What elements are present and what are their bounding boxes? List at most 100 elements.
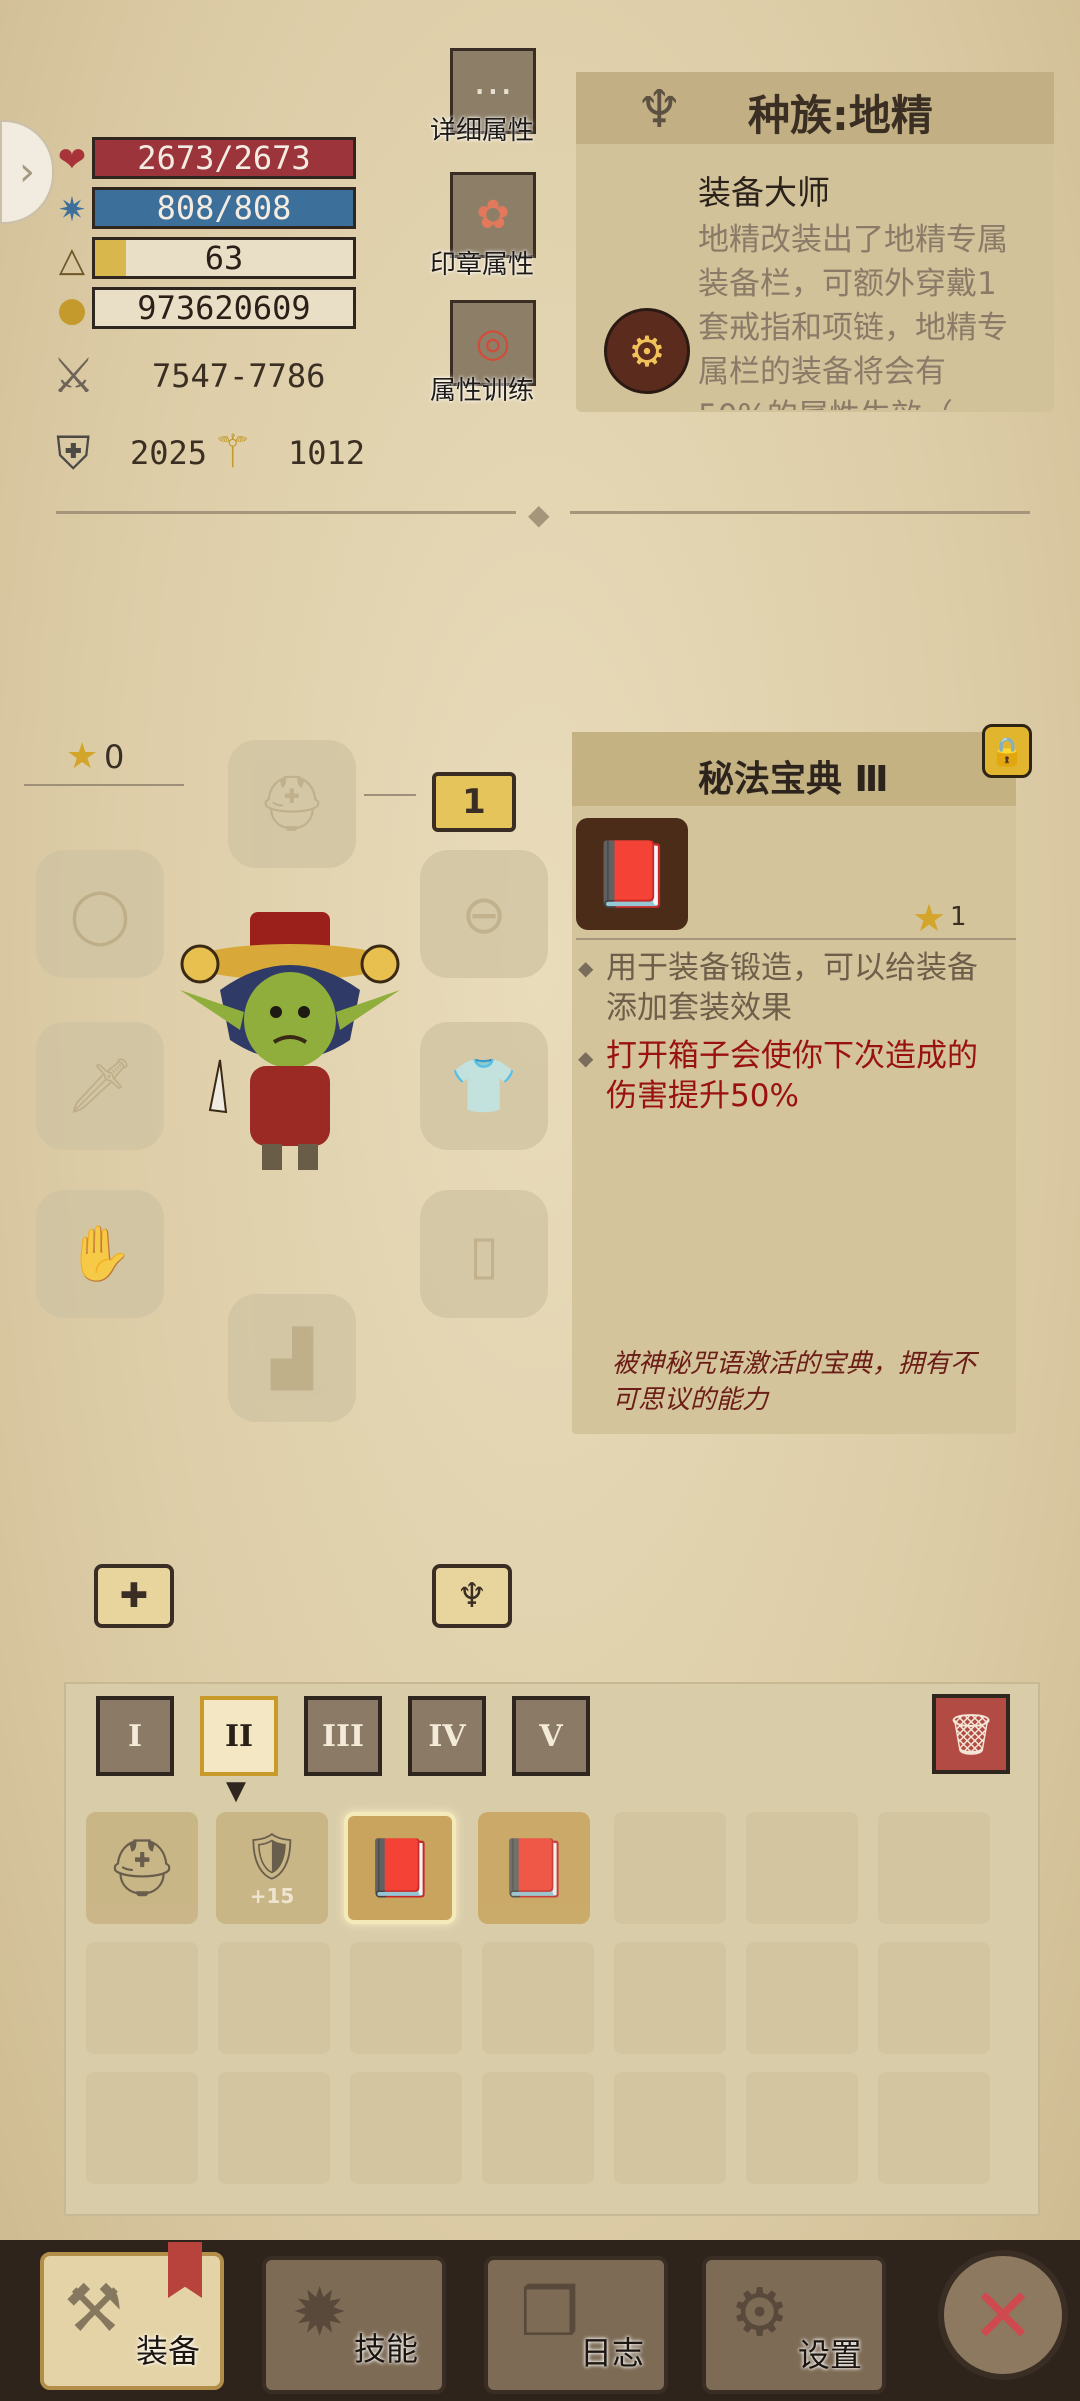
trash-icon: 🗑 [945, 1711, 997, 1758]
divider-right [570, 511, 1030, 514]
item-star-icon: ★ [912, 896, 947, 940]
sword-icon: 🗡 [65, 1054, 135, 1117]
star-count: 0 [104, 738, 125, 776]
tab-label: IV [428, 1718, 466, 1754]
race-skill-desc: 地精改装出了地精专属装备栏，可额外穿戴1套戒指和项链，地精专属栏的装备将会有50… [698, 222, 1008, 410]
tab-label: III [321, 1718, 365, 1754]
helmet-icon: ⛑ [257, 772, 327, 835]
arcane-book-icon: 📕 [365, 1836, 435, 1901]
inventory-empty-slot[interactable] [614, 2072, 726, 2184]
gloves-slot[interactable]: ✋ [36, 1190, 164, 1318]
magic-staff-icon: ⚚ [212, 424, 254, 478]
necklace-icon: ⊖ [461, 882, 507, 946]
trash-button[interactable]: 🗑 [932, 1694, 1010, 1774]
inventory-tab-3[interactable]: III [304, 1696, 382, 1776]
bullet-diamond-icon: ◆ [578, 956, 594, 980]
mp-bar: 808/808 [92, 187, 356, 229]
inventory-empty-slot[interactable] [878, 1812, 990, 1924]
mp-value: 808/808 [156, 189, 292, 227]
boots-slot[interactable]: ▟ [228, 1294, 356, 1422]
inventory-empty-slot[interactable] [878, 2072, 990, 2184]
inventory-empty-slot[interactable] [350, 2072, 462, 2184]
inventory-empty-slot[interactable] [746, 1942, 858, 2054]
link-line [24, 784, 184, 786]
detail-attributes-label: 详细属性 [430, 116, 535, 146]
hp-bar: 2673/2673 [92, 137, 356, 179]
inventory-empty-slot[interactable] [614, 1942, 726, 2054]
forge-plus-button[interactable]: ✚ [94, 1564, 174, 1628]
goblin-character [180, 900, 400, 1180]
inventory-item-book[interactable]: 📕 [478, 1812, 590, 1924]
glove-icon: ✋ [66, 1222, 134, 1285]
pants-slot[interactable]: ▯ [420, 1190, 548, 1318]
ring-icon: ◯ [69, 882, 131, 946]
crossed-swords-icon: ⚔ [52, 348, 96, 404]
star-icon: ★ [66, 736, 99, 777]
gold-value: 973620609 [137, 289, 311, 327]
inventory-item-armor[interactable]: 🛡 +15 [216, 1812, 328, 1924]
inventory-tab-1[interactable]: I [96, 1696, 174, 1776]
boots-icon: ▟ [271, 1326, 313, 1390]
target-icon: ◎ [475, 320, 511, 366]
inventory-empty-slot[interactable] [482, 2072, 594, 2184]
gold-bar: 973620609 [92, 287, 356, 329]
inventory-empty-slot[interactable] [218, 1942, 330, 2054]
item-desc-bonus: 打开箱子会使你下次造成的伤害提升50% [606, 1038, 978, 1114]
armor-icon: 🛡 [242, 1828, 302, 1883]
race-skill-name: 装备大师 [698, 173, 830, 212]
inventory-empty-slot[interactable] [86, 2072, 198, 2184]
mana-icon: ✷ [57, 190, 87, 230]
inventory-empty-slot[interactable] [878, 1942, 990, 2054]
item-stars: 1 [950, 902, 967, 932]
defense-value: 2025 [130, 434, 208, 472]
necklace-slot[interactable]: ⊖ [420, 850, 548, 978]
shirt-icon: 👕 [450, 1054, 518, 1117]
seal-attributes-label: 印章属性 [430, 250, 535, 280]
ring-slot[interactable]: ◯ [36, 850, 164, 978]
arcane-book-icon: 📕 [576, 818, 688, 930]
item-divider [576, 938, 1016, 940]
hp-value: 2673/2673 [137, 139, 311, 177]
nav-log-label: 日志 [580, 2334, 645, 2372]
close-button[interactable]: ✕ [938, 2250, 1068, 2380]
inventory-tab-4[interactable]: IV [408, 1696, 486, 1776]
inventory-empty-slot[interactable] [614, 1812, 726, 1924]
axe-icon: ⚒ [64, 2270, 124, 2347]
inventory-empty-slot[interactable] [482, 1942, 594, 2054]
set-badge[interactable]: 1 [432, 772, 516, 832]
item-flavor-text: 被神秘咒语激活的宝典，拥有不可思议的能力 [612, 1349, 977, 1415]
inventory-empty-slot[interactable] [86, 1942, 198, 2054]
item-desc-effect: 用于装备锻造，可以给装备添加套装效果 [606, 950, 978, 1026]
inventory-empty-slot[interactable] [746, 2072, 858, 2184]
goblin-emblem-icon: ♆ [636, 80, 683, 140]
goblin-set-button[interactable]: ♆ [432, 1564, 512, 1628]
race-title: 种族:地精 [748, 91, 933, 140]
inventory-tab-2[interactable]: II [200, 1696, 278, 1776]
gold-icon: ● [57, 290, 87, 330]
set-badge-number: 1 [462, 782, 486, 822]
nav-skill-label: 技能 [354, 2330, 419, 2368]
inventory-empty-slot[interactable] [218, 2072, 330, 2184]
attack-value: 7547-7786 [152, 357, 326, 395]
ellipsis-icon: ⋯ [473, 68, 513, 114]
shield-icon: ⛨ [56, 426, 91, 480]
link-line [364, 794, 416, 796]
book-icon: ❒ [520, 2274, 580, 2351]
gear-icon: ⚙ [730, 2274, 790, 2351]
armor-slot[interactable]: 👕 [420, 1022, 548, 1150]
chevron-right-icon: › [19, 149, 35, 195]
inventory-empty-slot[interactable] [350, 1942, 462, 2054]
bullet-diamond-icon: ◆ [578, 1046, 594, 1070]
arcane-book-icon: 📕 [499, 1836, 569, 1901]
divider-ornament: ◆ [528, 498, 550, 531]
inventory-item-book-selected[interactable]: 📕 [344, 1812, 456, 1924]
inventory-tab-5[interactable]: V [512, 1696, 590, 1776]
lock-icon[interactable]: 🔒 [982, 724, 1032, 778]
active-tab-marker-icon: ▼ [226, 1776, 246, 1806]
weapon-slot[interactable]: 🗡 [36, 1022, 164, 1150]
helmet-slot[interactable]: ⛑ [228, 740, 356, 868]
level-icon: △ [58, 240, 86, 280]
nav-equip-label: 装备 [136, 2332, 201, 2370]
inventory-empty-slot[interactable] [746, 1812, 858, 1924]
inventory-item-helmet[interactable]: ⛑ [86, 1812, 198, 1924]
